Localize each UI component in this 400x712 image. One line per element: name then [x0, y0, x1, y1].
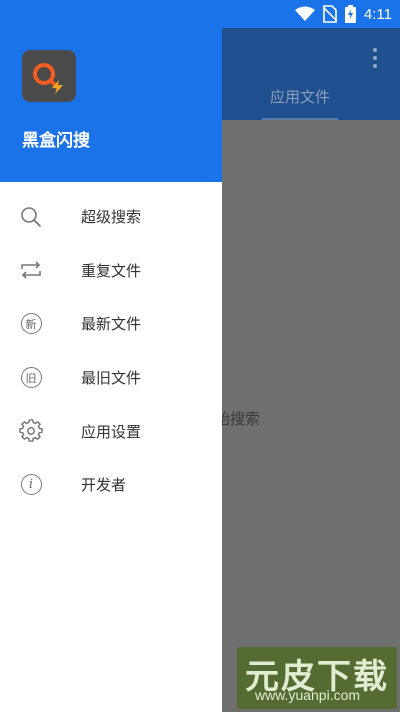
overflow-menu-icon[interactable]: [372, 48, 378, 72]
drawer-header: 黑盒闪搜: [0, 28, 222, 182]
menu-item-oldest-files[interactable]: 旧 最旧文件: [0, 351, 222, 405]
menu-item-super-search[interactable]: 超级搜索: [0, 190, 222, 244]
new-circle-icon: 新: [19, 312, 43, 336]
search-icon: [19, 205, 43, 229]
menu-item-developer[interactable]: i 开发者: [0, 458, 222, 512]
gear-icon: [19, 419, 43, 443]
menu-item-newest-files[interactable]: 新 最新文件: [0, 297, 222, 351]
menu-item-label: 最新文件: [81, 315, 142, 334]
navigation-drawer: 黑盒闪搜 超级搜索 重复文件 新 最新文件 旧 最旧文件 应用设置 i 开发者: [0, 28, 222, 712]
app-name: 黑盒闪搜: [22, 131, 90, 151]
app-logo: [22, 50, 76, 102]
status-icons: 4:11: [294, 4, 392, 24]
status-time: 4:11: [363, 5, 392, 23]
info-icon: i: [19, 473, 43, 497]
watermark-logo: 元皮下载 www.yuanpi.com: [237, 647, 397, 709]
wifi-icon: [294, 6, 315, 21]
repeat-icon: [19, 258, 43, 282]
menu-item-label: 最旧文件: [81, 369, 142, 388]
status-bar: 4:11: [0, 0, 400, 28]
no-sim-icon: [322, 5, 337, 23]
tab-app-files[interactable]: 应用文件: [262, 86, 338, 107]
menu-item-label: 开发者: [81, 476, 127, 495]
watermark-url: www.yuanpi.com: [255, 687, 361, 703]
menu-item-label: 重复文件: [81, 261, 142, 280]
menu-item-label: 超级搜索: [81, 208, 142, 227]
battery-charging-icon: [344, 5, 356, 23]
menu-item-duplicate-files[interactable]: 重复文件: [0, 244, 222, 298]
menu-item-label: 应用设置: [81, 422, 142, 441]
old-circle-icon: 旧: [19, 366, 43, 390]
drawer-menu: 超级搜索 重复文件 新 最新文件 旧 最旧文件 应用设置 i 开发者: [0, 182, 222, 512]
menu-item-app-settings[interactable]: 应用设置: [0, 404, 222, 458]
